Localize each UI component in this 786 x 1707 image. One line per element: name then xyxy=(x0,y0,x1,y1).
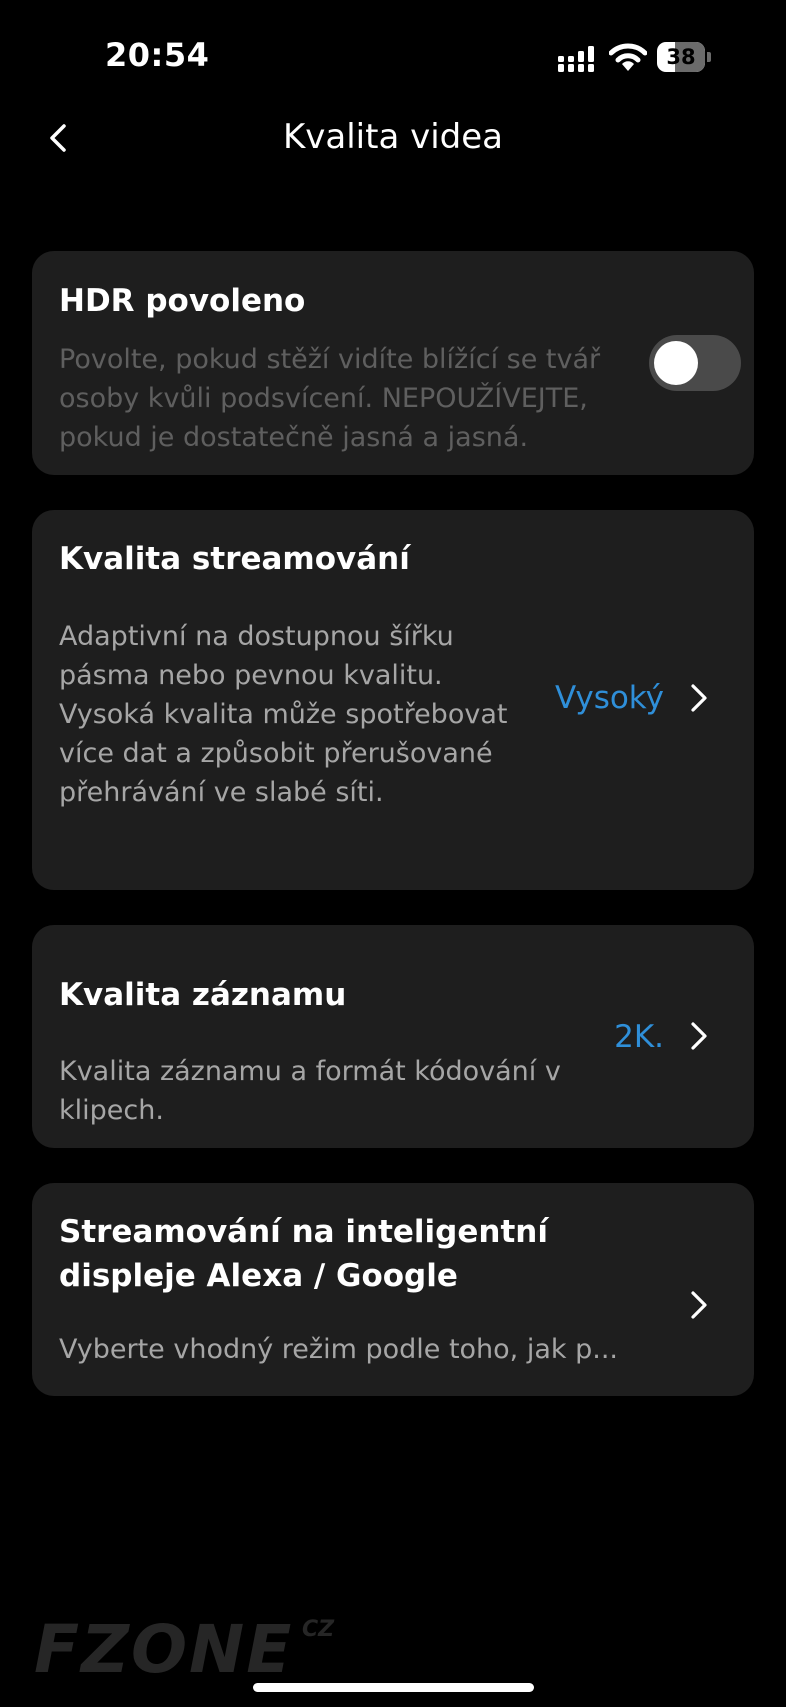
smart-display-card[interactable]: Streamování na inteligentní displeje Ale… xyxy=(32,1183,754,1396)
battery-icon: 38 xyxy=(657,42,713,72)
recording-quality-description: Kvalita záznamu a formát kódování v klip… xyxy=(59,1056,561,1126)
chevron-right-icon xyxy=(691,684,707,712)
streaming-quality-description: Adaptivní na dostupnou šířku pásma nebo … xyxy=(59,621,508,808)
page-title: Kvalita videa xyxy=(282,117,504,157)
smart-display-description: Vyberte vhodný režim podle toho, jak p..… xyxy=(59,1334,618,1365)
streaming-quality-card[interactable]: Kvalita streamování Adaptivní na dostupn… xyxy=(32,510,754,890)
wifi-icon xyxy=(609,43,647,71)
fzone-watermark-logo: FZONE CZ xyxy=(34,1612,335,1682)
svg-text:CZ: CZ xyxy=(302,1617,335,1642)
svg-text:FZONE: FZONE xyxy=(34,1612,293,1682)
streaming-quality-value: Vysoký xyxy=(554,680,664,716)
hdr-description: Povolte, pokud stěží vidíte blížící se t… xyxy=(59,344,601,453)
recording-quality-value: 2K. xyxy=(614,1019,664,1055)
status-bar: 20:54 38 xyxy=(0,0,786,110)
chevron-right-icon xyxy=(691,1022,707,1050)
cellular-signal-icon xyxy=(558,46,594,72)
toggle-knob xyxy=(654,341,698,385)
status-time: 20:54 xyxy=(105,36,210,74)
hdr-title: HDR povoleno xyxy=(59,283,306,319)
battery-level: 38 xyxy=(666,45,696,69)
chevron-right-icon xyxy=(691,1291,707,1319)
recording-quality-title: Kvalita záznamu xyxy=(59,977,347,1013)
recording-quality-card[interactable]: Kvalita záznamu Kvalita záznamu a formát… xyxy=(32,925,754,1148)
hdr-setting-card: HDR povoleno Povolte, pokud stěží vidíte… xyxy=(32,251,754,475)
streaming-quality-title: Kvalita streamování xyxy=(59,541,410,577)
hdr-toggle[interactable] xyxy=(649,335,741,391)
smart-display-title: Streamování na inteligentní displeje Ale… xyxy=(59,1214,548,1294)
home-indicator[interactable] xyxy=(253,1683,534,1692)
